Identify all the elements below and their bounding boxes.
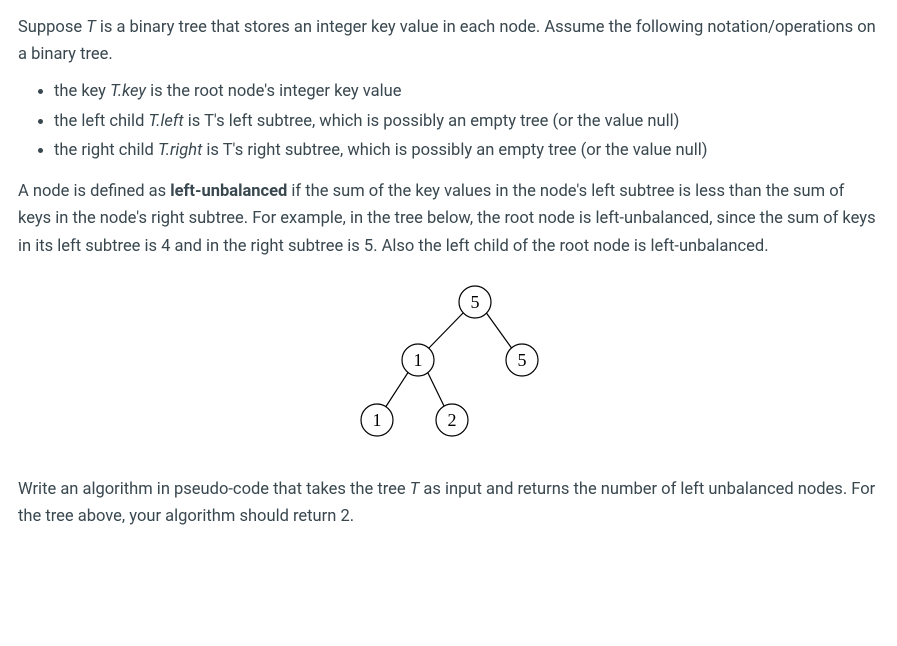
list-item: the left child T.left is T's left subtre… — [54, 108, 879, 135]
list-item: the key T.key is the root node's integer… — [54, 78, 879, 105]
tree-var: T — [86, 18, 96, 37]
tree-node-label: 5 — [470, 292, 479, 312]
binary-tree-svg: 5 1 5 1 2 — [349, 278, 549, 448]
text: is the root node's integer key value — [146, 82, 402, 101]
text: A node is defined as — [18, 182, 170, 201]
notation-em: T.left — [148, 112, 183, 131]
text: Write an algorithm in pseudo-code that t… — [18, 480, 410, 499]
text: is a binary tree that stores an integer … — [18, 18, 876, 64]
tree-diagram: 5 1 5 1 2 — [18, 278, 879, 448]
text: is T's right subtree, which is possibly … — [202, 141, 707, 160]
definition-paragraph: A node is defined as left-unbalanced if … — [18, 178, 879, 260]
notation-list: the key T.key is the root node's integer… — [18, 78, 879, 164]
notation-em: T.key — [110, 82, 146, 101]
tree-node-label: 5 — [517, 350, 526, 370]
tree-node-label: 1 — [413, 350, 422, 370]
text: the left child — [54, 112, 148, 131]
text: is T's left subtree, which is possibly a… — [184, 112, 680, 131]
text: Suppose — [18, 18, 86, 37]
text: the right child — [54, 141, 158, 160]
tree-var: T — [410, 480, 420, 499]
task-paragraph: Write an algorithm in pseudo-code that t… — [18, 476, 879, 530]
intro-paragraph: Suppose T is a binary tree that stores a… — [18, 14, 879, 68]
notation-em: T.right — [158, 141, 202, 160]
tree-edge — [427, 311, 465, 350]
tree-node-label: 1 — [372, 410, 381, 430]
tree-edge — [427, 371, 445, 408]
text: the key — [54, 82, 110, 101]
term-bold: left-unbalanced — [170, 182, 287, 201]
tree-edge — [385, 371, 409, 408]
tree-edge — [485, 311, 513, 350]
tree-node-label: 2 — [447, 410, 456, 430]
list-item: the right child T.right is T's right sub… — [54, 137, 879, 164]
